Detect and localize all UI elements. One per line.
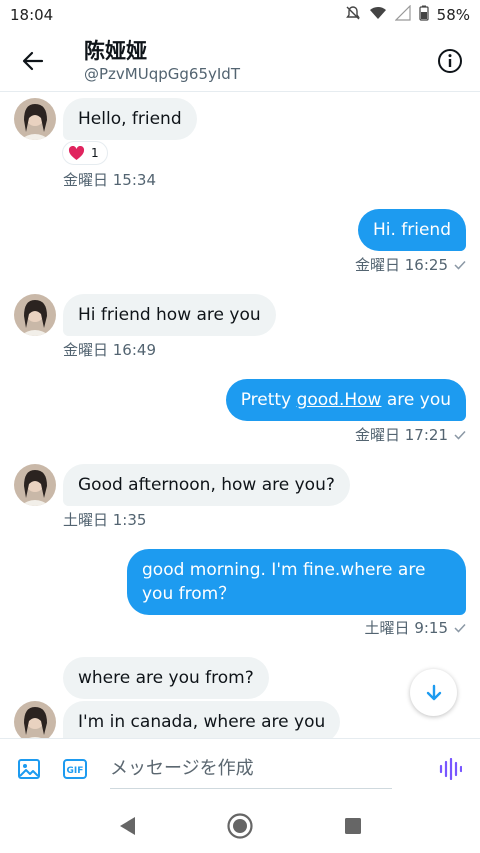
read-check-icon — [454, 260, 466, 270]
timestamp-text: 金曜日 16:49 — [63, 341, 156, 359]
message-timestamp: 金曜日 17:21 — [355, 424, 466, 445]
back-arrow-icon — [22, 51, 44, 70]
message-text: Pretty — [240, 390, 297, 410]
gif-label: GIF — [67, 766, 84, 776]
message-bubble-incoming[interactable]: Hi friend how are you — [63, 294, 276, 336]
contact-handle: @PzvMUqpGg65yIdT — [84, 64, 240, 83]
message-text: you from？ — [142, 584, 236, 604]
message-text: are you — [381, 390, 451, 410]
reaction-count: 1 — [91, 146, 99, 160]
message-list[interactable]: Hello, friend 1 金曜日 15:34 Hi. friend 金曜日… — [0, 92, 480, 738]
timestamp-text: 土曜日 1:35 — [63, 511, 147, 529]
nav-home-icon — [227, 812, 253, 839]
message-bubble-outgoing[interactable]: good morning. I'm fine.where are you fro… — [127, 549, 466, 615]
message-timestamp: 金曜日 15:34 — [63, 169, 156, 190]
status-bar: 18:04 58% — [0, 0, 480, 30]
nav-back-icon — [119, 816, 135, 835]
message-bubble-outgoing[interactable]: Pretty good.How are you — [225, 379, 466, 421]
system-navigation-bar — [0, 798, 480, 853]
read-check-icon — [454, 430, 466, 440]
timestamp-text: 金曜日 15:34 — [63, 171, 156, 189]
battery-icon — [419, 5, 429, 25]
nav-home-button[interactable] — [218, 804, 262, 848]
message-bubble-outgoing[interactable]: Hi. friend — [357, 209, 466, 251]
back-button[interactable] — [0, 30, 66, 92]
nav-recents-button[interactable] — [331, 804, 375, 848]
message-bubble-incoming[interactable]: I'm in canada, where are you — [63, 701, 341, 738]
avatar[interactable] — [14, 701, 56, 738]
add-gif-button[interactable]: GIF — [52, 739, 98, 799]
avatar[interactable] — [14, 98, 56, 140]
arrow-down-icon — [426, 684, 441, 700]
conversation-header: 陈娅娅 @PzvMUqpGg65yIdT — [0, 30, 480, 92]
battery-percent: 58% — [436, 6, 470, 24]
message-timestamp: 土曜日 9:15 — [365, 617, 466, 638]
message-timestamp: 金曜日 16:49 — [63, 339, 156, 360]
voice-message-button[interactable] — [420, 739, 480, 799]
timestamp-text: 金曜日 16:25 — [355, 256, 448, 274]
timestamp-text: 金曜日 17:21 — [355, 426, 448, 444]
reaction-badge[interactable]: 1 — [62, 141, 108, 165]
image-icon — [18, 758, 40, 779]
add-image-button[interactable] — [6, 739, 52, 799]
message-bubble-incoming[interactable]: Hello, friend — [63, 98, 197, 140]
status-time: 18:04 — [10, 6, 54, 24]
gif-icon: GIF — [63, 758, 87, 779]
nav-recents-icon — [345, 817, 362, 834]
wifi-icon — [369, 5, 387, 25]
info-button[interactable] — [420, 30, 480, 92]
nav-back-button[interactable] — [105, 804, 149, 848]
voice-icon — [439, 757, 462, 780]
message-text: good morning. I'm fine.where are — [142, 560, 426, 580]
message-link[interactable]: good.How — [297, 390, 382, 410]
scroll-to-bottom-button[interactable] — [410, 669, 457, 716]
message-input[interactable] — [110, 748, 392, 789]
read-check-icon — [454, 623, 466, 633]
message-timestamp: 金曜日 16:25 — [355, 254, 466, 275]
signal-icon — [394, 4, 411, 25]
mute-icon — [345, 5, 361, 25]
avatar[interactable] — [14, 464, 56, 506]
avatar[interactable] — [14, 294, 56, 336]
heart-icon — [68, 145, 85, 160]
timestamp-text: 土曜日 9:15 — [364, 619, 448, 637]
info-icon — [438, 48, 462, 73]
message-timestamp: 土曜日 1:35 — [63, 509, 146, 530]
message-bubble-incoming[interactable]: Good afternoon, how are you? — [63, 464, 350, 506]
conversation-title[interactable]: 陈娅娅 @PzvMUqpGg65yIdT — [66, 38, 420, 84]
message-composer: GIF — [0, 738, 480, 798]
contact-name: 陈娅娅 — [84, 38, 147, 63]
message-bubble-incoming[interactable]: where are you from? — [63, 657, 269, 699]
